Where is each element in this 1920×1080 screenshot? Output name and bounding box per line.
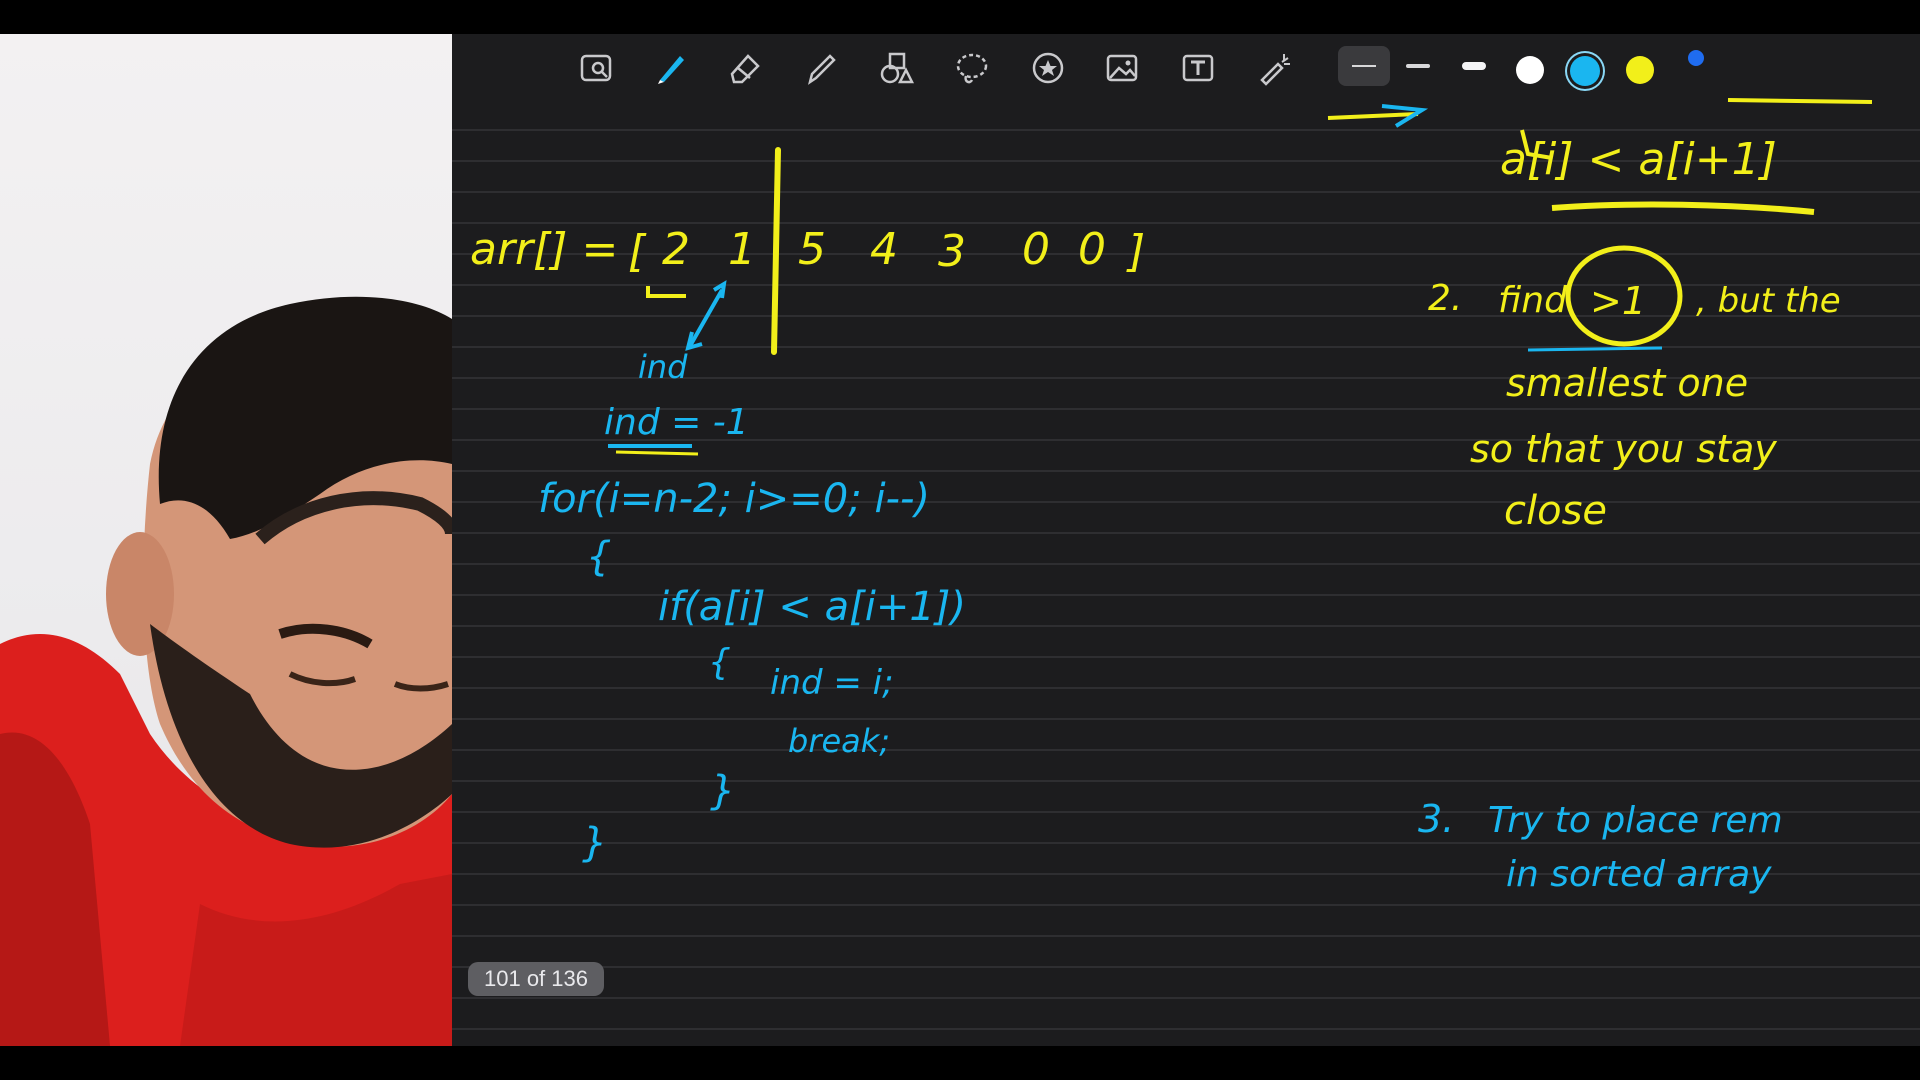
step3-number: 3. [1418, 797, 1454, 841]
inner-close-brace: } [710, 768, 735, 814]
ind-init: ind = -1 [604, 402, 749, 443]
drawing-toolbar [452, 34, 1920, 98]
step2-circled: >1 [1590, 279, 1646, 323]
stroke-medium-button[interactable] [1392, 46, 1444, 86]
color-picker-dot[interactable] [1686, 48, 1706, 68]
notes-canvas[interactable]: arr[] = [ 2 1 5 4 3 0 0 ] ind ind = -1 f… [452, 34, 1920, 1046]
array-value: 0 [1022, 224, 1050, 275]
array-value: 0 [1078, 224, 1106, 275]
text-box-icon[interactable] [1178, 48, 1218, 88]
highlighter-icon[interactable] [800, 48, 840, 88]
divider-line [771, 147, 781, 355]
array-value: 3 [938, 226, 966, 277]
page-indicator: 101 of 136 [468, 962, 604, 996]
handwriting-layer: arr[] = [ 2 1 5 4 3 0 0 ] ind ind = -1 f… [452, 98, 1920, 1030]
array-value: 2 [662, 224, 690, 275]
stroke-thick-button[interactable] [1448, 46, 1500, 86]
close-brace: } [582, 820, 607, 866]
index-label: ind [638, 348, 688, 386]
pen-icon[interactable] [650, 48, 690, 88]
stroke-thin-button[interactable] [1338, 46, 1390, 86]
inner-open-brace: { [708, 642, 731, 683]
array-open-bracket: [ [628, 226, 647, 277]
color-swatch-yellow[interactable] [1626, 56, 1654, 84]
webcam-feed [0, 34, 452, 1046]
step2-line4: close [1504, 488, 1607, 534]
step3-line2: in sorted array [1506, 854, 1772, 895]
lasso-icon[interactable] [952, 48, 992, 88]
step2-text: find [1498, 280, 1568, 321]
break-line: break; [788, 722, 890, 760]
array-value: 5 [798, 224, 826, 275]
laser-pointer-icon[interactable] [1254, 48, 1294, 88]
eraser-icon[interactable] [724, 48, 764, 88]
step2-line3: so that you stay [1470, 427, 1777, 471]
color-swatch-blue[interactable] [1570, 56, 1600, 86]
sticker-icon[interactable] [1028, 48, 1068, 88]
array-close-bracket: ] [1126, 226, 1145, 277]
step3-line1: Try to place rem [1488, 800, 1783, 841]
step2-number: 2. [1428, 278, 1462, 319]
open-brace: { [586, 534, 611, 580]
scan-text-icon[interactable] [576, 48, 616, 88]
color-swatch-white[interactable] [1516, 56, 1544, 84]
array-value: 1 [728, 224, 756, 275]
condition-text: a[i] < a[i+1] [1500, 134, 1777, 185]
array-label: arr[] = [470, 224, 618, 275]
assign-line: ind = i; [770, 663, 894, 703]
array-value: 4 [870, 224, 898, 275]
for-loop-line: for(i=n-2; i>=0; i--) [538, 476, 930, 522]
video-frame: arr[] = [ 2 1 5 4 3 0 0 ] ind ind = -1 f… [0, 0, 1920, 1080]
image-icon[interactable] [1102, 48, 1142, 88]
presenter-image [0, 296, 452, 1046]
step2-line2: smallest one [1506, 361, 1748, 405]
shapes-icon[interactable] [876, 48, 916, 88]
step2-text-cont: , but the [1696, 281, 1841, 321]
if-line: if(a[i] < a[i+1]) [658, 584, 966, 630]
